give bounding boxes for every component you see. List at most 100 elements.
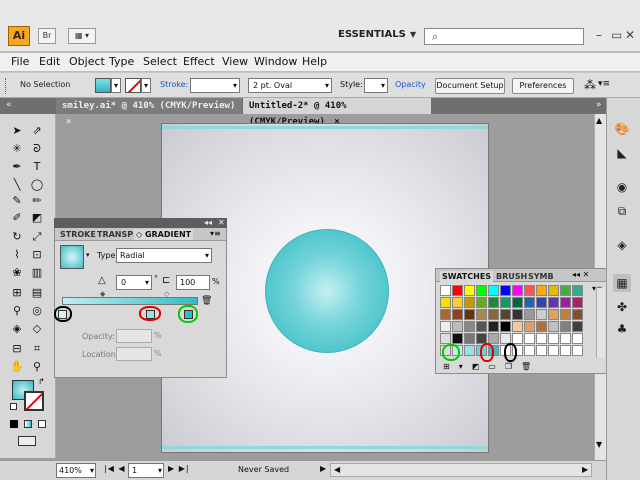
stroke-dropdown[interactable]: ▾ [141, 78, 151, 93]
gradient-panel-titlebar[interactable] [54, 218, 227, 228]
swatch[interactable] [452, 333, 463, 344]
type-tool-icon[interactable]: T [30, 160, 44, 174]
swatch[interactable] [464, 345, 475, 356]
swatch[interactable] [464, 309, 475, 320]
workspace-switcher[interactable]: ESSENTIALS [338, 29, 406, 40]
swatch[interactable] [440, 285, 451, 296]
arrange-documents-icon[interactable]: ▦ ▾ [68, 28, 96, 44]
gradient-slider[interactable] [62, 297, 198, 305]
swatch[interactable] [524, 309, 535, 320]
swatch[interactable] [536, 285, 547, 296]
color-panel-icon[interactable]: 🎨 [613, 120, 631, 138]
delete-stop-icon[interactable]: 🗑 [201, 296, 212, 306]
swatch[interactable] [488, 285, 499, 296]
swatch[interactable] [452, 309, 463, 320]
graphic-style-dropdown[interactable]: ▾ [364, 78, 388, 93]
arrange-icon[interactable]: ⁂ [584, 78, 596, 92]
swatch[interactable] [572, 345, 583, 356]
swatch[interactable] [572, 333, 583, 344]
swatch[interactable] [548, 297, 559, 308]
swatch[interactable] [560, 285, 571, 296]
swatches-panel-icon[interactable]: ▦ [613, 274, 631, 292]
swatch[interactable] [524, 321, 535, 332]
swatch[interactable] [476, 309, 487, 320]
eraser-tool-icon[interactable]: ◩ [30, 211, 44, 225]
menu-type[interactable]: Type [109, 55, 134, 68]
swatch[interactable] [488, 297, 499, 308]
swatch[interactable] [452, 297, 463, 308]
aspect-ratio-field[interactable]: 100 [176, 275, 210, 290]
brushes-panel-icon[interactable]: ✤ [613, 298, 631, 316]
default-colors-icon[interactable] [10, 403, 17, 410]
tab-gradient[interactable]: ◇ GRADIENT [134, 229, 194, 240]
selection-tool-icon[interactable]: ➤ [10, 124, 24, 138]
swatch[interactable] [572, 321, 583, 332]
swatch[interactable] [440, 297, 451, 308]
brush-definition-dropdown[interactable]: 2 pt. Oval ▾ [248, 78, 332, 93]
search-input[interactable] [424, 28, 584, 45]
appearance-panel-icon[interactable]: ◉ [613, 178, 631, 196]
control-bar-grip[interactable] [5, 78, 8, 94]
menu-object[interactable]: Object [69, 55, 105, 68]
scale-tool-icon[interactable]: ⤢ [30, 230, 44, 244]
color-mode-icon[interactable] [10, 420, 18, 428]
next-artboard-icon[interactable]: ▶ ▶| [168, 464, 190, 473]
menu-file[interactable]: File [11, 55, 29, 68]
preferences-button[interactable]: Preferences [512, 78, 574, 94]
swatch[interactable] [512, 297, 523, 308]
blob-brush-tool-icon[interactable]: ✐ [10, 211, 24, 225]
warp-tool-icon[interactable]: ⌇ [10, 248, 24, 262]
swatch[interactable] [536, 309, 547, 320]
stroke-weight-field[interactable]: ▾ [190, 78, 240, 93]
graphic-styles-icon[interactable]: ⧉ [613, 202, 631, 220]
swatch[interactable] [440, 333, 451, 344]
tab-transparency[interactable]: TRANSP [97, 229, 133, 240]
screen-mode-icon[interactable] [18, 436, 36, 446]
menu-view[interactable]: View [222, 55, 248, 68]
scroll-left-icon[interactable]: ◀ [334, 465, 340, 474]
swatch[interactable] [512, 321, 523, 332]
gradient-presets-dropdown[interactable]: ▾ [86, 251, 90, 259]
swatch[interactable] [512, 333, 523, 344]
swatch[interactable] [548, 309, 559, 320]
swatch[interactable] [548, 333, 559, 344]
swatch[interactable] [488, 309, 499, 320]
swatch[interactable] [488, 333, 499, 344]
swatch[interactable] [512, 285, 523, 296]
swatch[interactable] [536, 333, 547, 344]
swatch[interactable] [512, 309, 523, 320]
swatch[interactable] [536, 345, 547, 356]
menu-window[interactable]: Window [254, 55, 297, 68]
stroke-color-box[interactable] [24, 391, 44, 411]
angle-field[interactable]: 0 ▾ [116, 275, 152, 290]
gradient-type-dropdown[interactable]: Radial ▾ [116, 248, 212, 263]
symbol-sprayer-tool-icon[interactable]: ❀ [10, 266, 24, 280]
swatch[interactable] [452, 285, 463, 296]
swatch[interactable] [500, 309, 511, 320]
stroke-label[interactable]: Stroke: [160, 80, 188, 89]
swatch[interactable] [476, 321, 487, 332]
swatch[interactable] [500, 285, 511, 296]
swatch[interactable] [548, 345, 559, 356]
none-mode-icon[interactable] [38, 420, 46, 428]
lasso-tool-icon[interactable]: ᘐ [30, 142, 44, 156]
bridge-button[interactable]: Br [38, 28, 56, 44]
swatch[interactable] [464, 333, 475, 344]
paintbrush-tool-icon[interactable]: ✎ [10, 194, 24, 208]
stroke-swatch[interactable] [125, 78, 141, 93]
pencil-tool-icon[interactable]: ✏ [30, 194, 44, 208]
first-artboard-icon[interactable]: |◀ ◀ [104, 464, 126, 473]
menu-effect[interactable]: Effect [183, 55, 215, 68]
direct-selection-tool-icon[interactable]: ⇗ [30, 124, 44, 138]
live-paint-bucket-tool-icon[interactable]: ◈ [10, 322, 24, 336]
menu-edit[interactable]: Edit [39, 55, 60, 68]
zoom-tool-icon[interactable]: ⚲ [30, 360, 44, 374]
close-icon[interactable]: ✕ [218, 218, 225, 227]
collapse-icon[interactable]: ◂◂ ✕ [572, 270, 589, 279]
tab-stroke[interactable]: STROKE [60, 229, 96, 240]
mesh-tool-icon[interactable]: ⊞ [10, 286, 24, 300]
minimize-icon[interactable]: – [596, 28, 602, 42]
menu-select[interactable]: Select [143, 55, 177, 68]
layers-panel-icon[interactable]: ◈ [613, 236, 631, 254]
color-guide-icon[interactable]: ◣ [613, 144, 631, 162]
